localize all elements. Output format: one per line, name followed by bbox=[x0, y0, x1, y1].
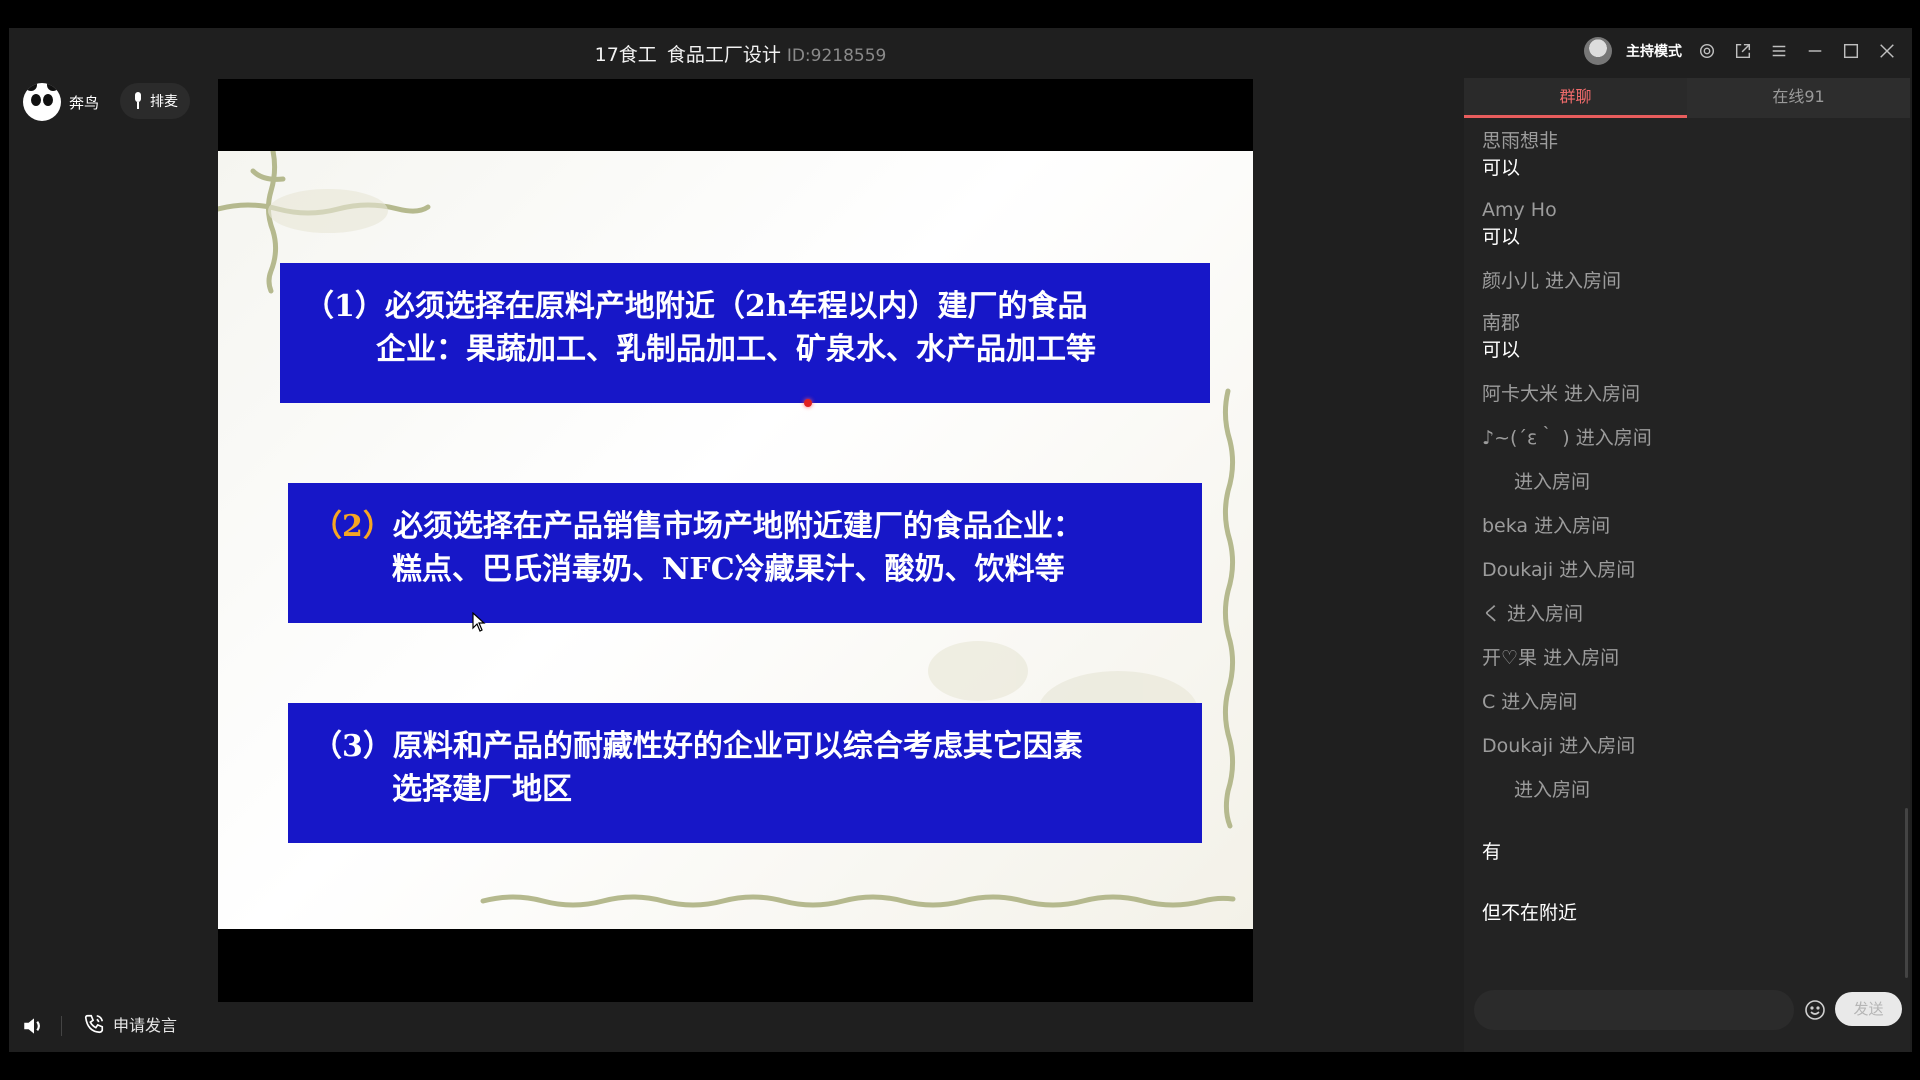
host-mode-label[interactable]: 主持模式 bbox=[1626, 41, 1682, 61]
laser-pointer-dot bbox=[804, 399, 812, 407]
message-text: 可以 bbox=[1482, 339, 1521, 361]
divider bbox=[61, 1016, 62, 1036]
presentation-stage: （1）必须选择在原料产地附近（2h车程以内）建厂的食品 企业：果蔬加工、乳制品加… bbox=[218, 79, 1253, 1002]
chat-message: 但不在附近 bbox=[1482, 900, 1892, 927]
current-user[interactable]: 奔鸟 bbox=[23, 83, 99, 121]
system-message: 阿卡大米 进入房间 bbox=[1482, 383, 1641, 405]
window-title: 17食工 食品工厂设计 ID:9218559 bbox=[9, 40, 1472, 67]
system-message: 颜小儿 进入房间 bbox=[1482, 270, 1622, 292]
chat-tabs: 群聊 在线91 bbox=[1464, 78, 1910, 118]
mouse-cursor-icon bbox=[472, 612, 486, 632]
slide-point-2: （2）必须选择在产品销售市场产地附近建厂的食品企业： 糕点、巴氏消毒奶、NFC冷… bbox=[288, 483, 1202, 623]
close-icon[interactable] bbox=[1876, 40, 1898, 62]
settings-icon[interactable] bbox=[1696, 40, 1718, 62]
point-2-line1: 必须选择在产品销售市场产地附近建厂的食品企业： bbox=[392, 509, 1083, 544]
slide-point-1: （1）必须选择在原料产地附近（2h车程以内）建厂的食品 企业：果蔬加工、乳制品加… bbox=[280, 263, 1210, 403]
system-message: 开♡果 进入房间 bbox=[1482, 647, 1620, 669]
point-3-number: （3） bbox=[312, 729, 393, 764]
point-2-line2: 糕点、巴氏消毒奶、NFC冷藏果汁、酸奶、饮料等 bbox=[392, 552, 1065, 587]
slide-point-3: （3）原料和产品的耐藏性好的企业可以综合考虑其它因素 选择建厂地区 bbox=[288, 703, 1202, 843]
phone-icon bbox=[84, 1014, 104, 1034]
title-bar: 17食工 食品工厂设计 ID:9218559 主持模式 bbox=[9, 28, 1912, 74]
window-controls: 主持模式 bbox=[1584, 36, 1898, 66]
slide: （1）必须选择在原料产地附近（2h车程以内）建厂的食品 企业：果蔬加工、乳制品加… bbox=[218, 151, 1253, 929]
apply-speak-label: 申请发言 bbox=[113, 1016, 178, 1035]
room-id: ID:9218559 bbox=[786, 46, 887, 66]
point-2-number: （2） bbox=[312, 509, 393, 544]
chat-input-row: 发送 bbox=[1474, 990, 1904, 1030]
system-message: 进入房间 bbox=[1514, 779, 1591, 801]
chat-input[interactable] bbox=[1474, 990, 1794, 1030]
minimize-icon[interactable] bbox=[1804, 40, 1826, 62]
point-3-line1: 原料和产品的耐藏性好的企业可以综合考虑其它因素 bbox=[392, 729, 1083, 764]
speaker-icon[interactable] bbox=[21, 1013, 47, 1039]
chat-panel: 群聊 在线91 思雨想非 可以 Amy Ho 可以 颜小儿 进入房间 南郡 可以… bbox=[1464, 78, 1910, 1052]
message-text: 可以 bbox=[1482, 157, 1521, 179]
system-message: く 进入房间 bbox=[1482, 603, 1584, 625]
send-button[interactable]: 发送 bbox=[1835, 992, 1902, 1026]
session-title: 食品工厂设计 bbox=[666, 44, 781, 66]
chat-message: 思雨想非 可以 bbox=[1482, 128, 1892, 182]
system-message: beka 进入房间 bbox=[1482, 515, 1611, 537]
queue-mic-label: 排麦 bbox=[150, 94, 178, 110]
host-avatar[interactable] bbox=[1584, 37, 1612, 65]
emoji-icon[interactable] bbox=[1803, 998, 1827, 1022]
point-3-line2: 选择建厂地区 bbox=[392, 772, 572, 807]
app-window: 17食工 食品工厂设计 ID:9218559 主持模式 奔鸟 排麦 （1）必须选… bbox=[9, 28, 1912, 1052]
message-sender: Amy Ho bbox=[1482, 199, 1557, 221]
course-name: 17食工 bbox=[594, 44, 657, 66]
point-1-line1: 必须选择在原料产地附近（2h车程以内）建厂的食品 bbox=[384, 289, 1088, 324]
point-1-number: （1） bbox=[304, 289, 385, 324]
maximize-icon[interactable] bbox=[1840, 40, 1862, 62]
message-text: 但不在附近 bbox=[1482, 902, 1578, 924]
chat-message-list[interactable]: 思雨想非 可以 Amy Ho 可以 颜小儿 进入房间 南郡 可以 阿卡大米 进入… bbox=[1464, 118, 1910, 980]
message-sender: 南郡 bbox=[1482, 312, 1521, 334]
tab-online-users[interactable]: 在线91 bbox=[1687, 78, 1910, 118]
chat-message: 有 bbox=[1482, 839, 1892, 866]
chat-message: 南郡 可以 bbox=[1482, 310, 1892, 364]
message-text: 有 bbox=[1482, 841, 1502, 863]
system-message: ♪~(´ε｀ ) 进入房间 bbox=[1482, 427, 1652, 449]
system-message: Doukaji 进入房间 bbox=[1482, 559, 1636, 581]
system-message: 进入房间 bbox=[1514, 471, 1591, 493]
microphone-icon bbox=[135, 92, 141, 109]
tab-group-chat[interactable]: 群聊 bbox=[1464, 78, 1687, 118]
chat-scrollbar[interactable] bbox=[1905, 808, 1908, 978]
chat-message: Amy Ho 可以 bbox=[1482, 197, 1892, 251]
message-sender: 思雨想非 bbox=[1482, 130, 1559, 152]
user-name: 奔鸟 bbox=[69, 93, 100, 112]
message-text: 可以 bbox=[1482, 226, 1521, 248]
queue-mic-button[interactable]: 排麦 bbox=[120, 83, 190, 119]
apply-speak-button[interactable]: 申请发言 bbox=[83, 1012, 177, 1036]
system-message: Doukaji 进入房间 bbox=[1482, 735, 1636, 757]
point-1-line2: 企业：果蔬加工、乳制品加工、矿泉水、水产品加工等 bbox=[376, 332, 1096, 367]
system-message: C 进入房间 bbox=[1482, 691, 1578, 713]
menu-icon[interactable] bbox=[1768, 40, 1790, 62]
popout-icon[interactable] bbox=[1732, 40, 1754, 62]
panda-avatar bbox=[23, 83, 61, 121]
